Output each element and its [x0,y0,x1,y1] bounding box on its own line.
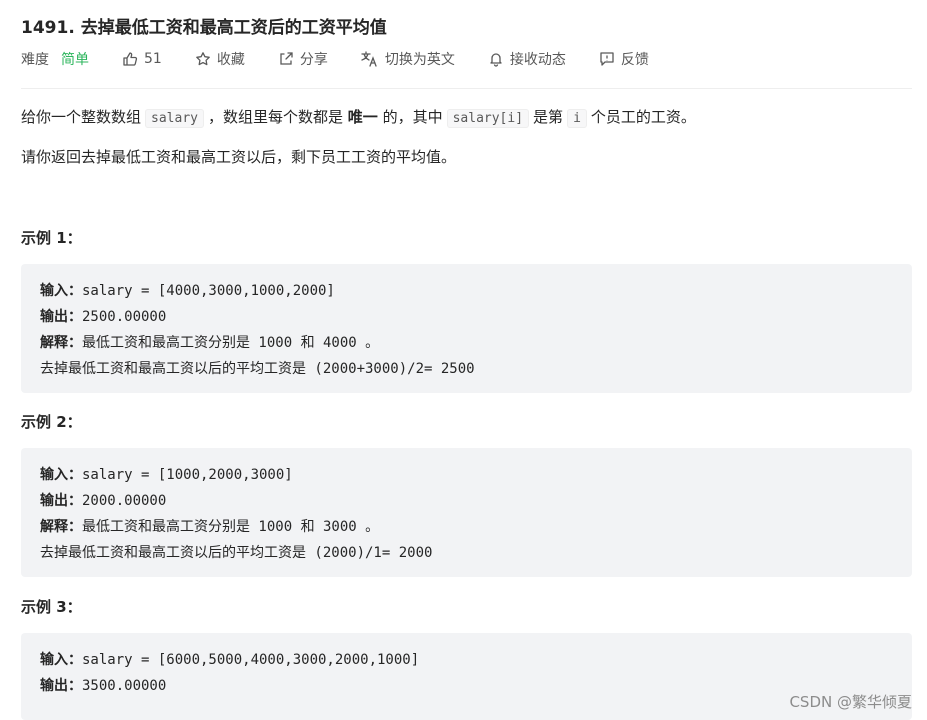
example-input-line: 输入：salary = [4000,3000,1000,2000] [40,283,335,299]
share-icon [280,52,293,65]
description-text: 给你一个整数数组 [21,108,142,126]
example-output-line: 输出：2500.00000 [40,309,167,325]
translate-icon [361,51,377,67]
csdn-watermark: CSDN @繁华倾夏 [789,693,912,711]
example-explain-line: 解释：最低工资和最高工资分别是 1000 和 4000 。 [40,335,380,351]
favorite-button[interactable]: 收藏 [195,49,245,69]
example-box: 输入：salary = [4000,3000,1000,2000] 输出：250… [21,264,912,393]
example-title: 示例 2： [21,413,82,431]
description-paragraph-2: 请你返回去掉最低工资和最高工资以后，剩下员工工资的平均值。 [21,148,457,166]
example-output-line: 输出：3500.00000 [40,678,167,694]
problem-meta-bar: 难度 简单 51 收藏 分享 切换为英文 接收动态 反馈 [21,48,682,70]
inline-code: salary[i] [446,109,530,128]
thumbs-up-icon [123,52,138,66]
example-explain-line-2: 去掉最低工资和最高工资以后的平均工资是 (2000)/1= 2000 [40,545,433,561]
example-box: 输入：salary = [1000,2000,3000] 输出：2000.000… [21,448,912,577]
description-text: 的，其中 [382,108,443,126]
problem-title: 1491. 去掉最低工资和最高工资后的工资平均值 [21,18,387,38]
example-box: 输入：salary = [6000,5000,4000,3000,2000,10… [21,633,912,720]
description-text: 是第 [533,108,564,126]
example-explain-line-2: 去掉最低工资和最高工资以后的平均工资是 (2000+3000)/2= 2500 [40,361,475,377]
feedback-button[interactable]: 反馈 [599,49,649,69]
difficulty-label: 难度 [21,52,49,68]
star-icon [195,52,210,66]
share-button[interactable]: 分享 [278,49,328,69]
example-output-line: 输出：2000.00000 [40,493,167,509]
feedback-label: 反馈 [620,52,649,68]
inline-code: salary [145,109,204,128]
header-divider [21,88,912,89]
example-title: 示例 1： [21,229,82,247]
like-count: 51 [144,51,162,67]
difficulty-badge: 简单 [61,52,89,68]
switch-language-label: 切换为英文 [384,52,455,68]
description-text: ，数组里每个数都是 [207,108,343,126]
favorite-label: 收藏 [216,52,245,68]
bell-icon [490,53,502,67]
feedback-icon [600,52,614,66]
like-button[interactable]: 51 [122,51,162,67]
subscribe-label: 接收动态 [509,52,566,68]
example-explain-line: 解释：最低工资和最高工资分别是 1000 和 3000 。 [40,519,380,535]
description-paragraph-1: 给你一个整数数组 salary ，数组里每个数都是 唯一 的，其中 salary[i]… [21,106,696,130]
inline-code: i [567,109,587,128]
subscribe-button[interactable]: 接收动态 [488,49,566,69]
description-text: 个员工的工资。 [590,108,696,126]
share-label: 分享 [299,52,328,68]
example-input-line: 输入：salary = [6000,5000,4000,3000,2000,10… [40,652,420,668]
emphasis-text: 唯一 [347,108,378,126]
example-input-line: 输入：salary = [1000,2000,3000] [40,467,293,483]
example-title: 示例 3： [21,598,82,616]
switch-language-button[interactable]: 切换为英文 [361,49,455,69]
